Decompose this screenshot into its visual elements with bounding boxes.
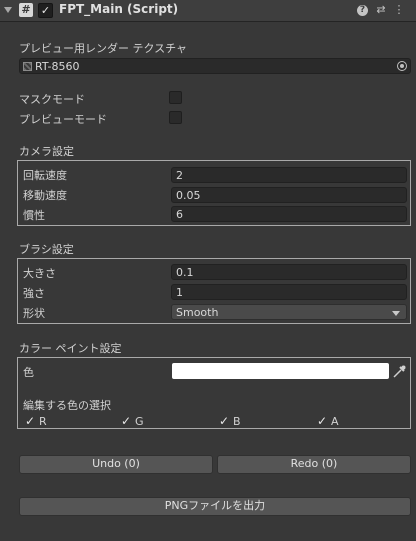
channel-g-toggle[interactable]: ✓ G [119, 414, 159, 428]
preview-mode-label: プレビューモード [19, 113, 107, 126]
render-texture-icon [23, 62, 32, 71]
eyedropper-icon[interactable] [391, 362, 407, 380]
channel-a-toggle[interactable]: ✓ A [315, 414, 355, 428]
inertia-field[interactable]: 6 [171, 206, 407, 222]
brush-shape-label: 形状 [23, 307, 45, 320]
preview-texture-label: プレビュー用レンダー テクスチャ [19, 42, 188, 55]
move-speed-field[interactable]: 0.05 [171, 187, 407, 203]
inertia-label: 慣性 [23, 209, 45, 222]
brush-shape-dropdown[interactable]: Smooth [171, 304, 407, 320]
check-icon: ✓ [120, 414, 132, 428]
channel-select-label: 編集する色の選択 [23, 399, 111, 412]
brush-settings-title: ブラシ設定 [19, 243, 74, 256]
rotation-speed-label: 回転速度 [23, 169, 67, 182]
color-paint-settings-box: 色 編集する色の選択 ✓ R ✓ G ✓ B ✓ A [17, 357, 411, 429]
brush-strength-field[interactable]: 1 [171, 284, 407, 300]
color-swatch-field[interactable] [172, 363, 389, 379]
channel-b-label: B [233, 415, 241, 428]
brush-size-label: 大きさ [23, 267, 56, 280]
preview-texture-value: RT-8560 [35, 60, 80, 73]
preview-texture-field[interactable]: RT-8560 [19, 58, 411, 74]
help-icon[interactable]: ? [357, 5, 368, 16]
camera-settings-title: カメラ設定 [19, 145, 74, 158]
channel-a-label: A [331, 415, 339, 428]
script-icon: # [19, 3, 33, 17]
rotation-speed-field[interactable]: 2 [171, 167, 407, 183]
component-enabled-checkbox[interactable]: ✓ [38, 3, 53, 18]
brush-size-field[interactable]: 0.1 [171, 264, 407, 280]
component-title: FPT_Main (Script) [59, 2, 179, 16]
camera-settings-box: 回転速度 2 移動速度 0.05 慣性 6 [17, 160, 411, 226]
move-speed-label: 移動速度 [23, 189, 67, 202]
context-menu-icon[interactable]: ⋮ [392, 3, 406, 17]
channel-g-label: G [135, 415, 144, 428]
brush-shape-value: Smooth [176, 306, 219, 319]
brush-strength-label: 強さ [23, 287, 45, 300]
mask-mode-label: マスクモード [19, 93, 85, 106]
undo-button[interactable]: Undo (0) [19, 455, 213, 474]
foldout-arrow-icon[interactable] [4, 7, 12, 13]
channel-r-toggle[interactable]: ✓ R [23, 414, 63, 428]
component-header: # ✓ FPT_Main (Script) ? ⇄ ⋮ [0, 0, 416, 22]
color-paint-settings-title: カラー ペイント設定 [19, 342, 122, 355]
brush-settings-box: 大きさ 0.1 強さ 1 形状 Smooth [17, 258, 411, 324]
check-icon: ✓ [24, 414, 36, 428]
check-icon: ✓ [316, 414, 328, 428]
channel-b-toggle[interactable]: ✓ B [217, 414, 257, 428]
export-png-button[interactable]: PNGファイルを出力 [19, 497, 411, 516]
presets-icon[interactable]: ⇄ [374, 3, 388, 17]
chevron-down-icon [392, 311, 400, 316]
color-label: 色 [23, 366, 34, 379]
preview-mode-checkbox[interactable] [169, 111, 182, 124]
channel-r-label: R [39, 415, 47, 428]
check-icon: ✓ [218, 414, 230, 428]
redo-button[interactable]: Redo (0) [217, 455, 411, 474]
mask-mode-checkbox[interactable] [169, 91, 182, 104]
object-picker-icon[interactable] [397, 61, 407, 71]
